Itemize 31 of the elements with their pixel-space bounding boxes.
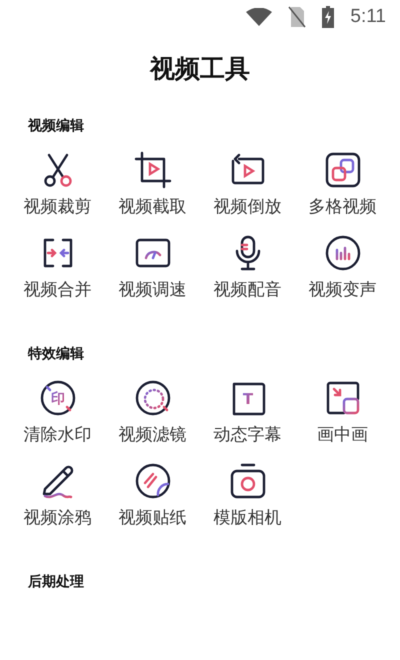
tool-button[interactable]: 印 清除水印 xyxy=(10,378,105,448)
camera-icon xyxy=(228,462,266,500)
tool-button[interactable]: 视频涂鸦 xyxy=(10,462,105,532)
tool-button[interactable]: 视频调速 xyxy=(105,234,200,304)
battery-charging-icon xyxy=(322,6,334,28)
tool-button[interactable]: 视频截取 xyxy=(105,150,200,220)
tool-button[interactable]: 视频合并 xyxy=(10,234,105,304)
tool-button[interactable]: 视频滤镜 xyxy=(105,378,200,448)
section-heading: 后期处理 xyxy=(28,574,84,590)
tool-button[interactable]: 视频裁剪 xyxy=(10,150,105,220)
clock-time: 5:11 xyxy=(350,4,386,29)
tool-button[interactable]: T 动态字幕 xyxy=(200,378,295,448)
tool-button[interactable]: 视频配音 xyxy=(200,234,295,304)
tool-button[interactable]: 视频变声 xyxy=(295,234,390,304)
sticker-icon xyxy=(134,462,172,500)
wifi-icon xyxy=(246,8,272,26)
page-title: 视频工具 xyxy=(150,54,250,83)
voice-icon xyxy=(324,234,362,272)
tool-button[interactable]: 视频倒放 xyxy=(200,150,295,220)
tool-button[interactable]: 画中画 xyxy=(295,378,390,448)
tool-button[interactable]: 视频贴纸 xyxy=(105,462,200,532)
no-sim-icon xyxy=(288,6,306,28)
crop-icon xyxy=(134,150,172,189)
icon-glyph: T xyxy=(242,390,253,408)
tool-button[interactable]: 多格视频 xyxy=(295,150,390,220)
icon-glyph: 印 xyxy=(50,390,64,407)
tool-button[interactable]: 模版相机 xyxy=(200,462,295,532)
grid-icon xyxy=(324,150,362,189)
filter-icon xyxy=(134,378,172,417)
section-heading: 视频编辑 xyxy=(28,118,84,134)
section-heading: 特效编辑 xyxy=(28,346,84,362)
